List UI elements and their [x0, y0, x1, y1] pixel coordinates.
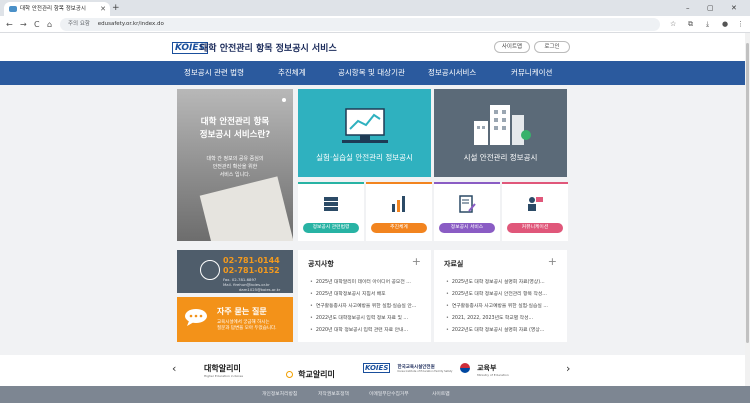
browser-tab[interactable]: 대학 안전관리 항목 정보공시 ✕ [4, 2, 110, 16]
browser-toolbar: ← → C ⌂ 주의 요함 edusafety.or.kr/index.do ☆… [0, 16, 750, 33]
sitemap-button[interactable]: 사이트맵 [494, 41, 530, 53]
hero-banner[interactable]: 대학 안전관리 항목 정보공시 서비스란? 대학 간 정보의 공유 중심의 안전… [177, 89, 293, 241]
main-nav: 정보공시 관련 법령 추진체계 공시항목 및 대상기관 정보공시서비스 커뮤니케… [0, 61, 745, 85]
quick-link-system[interactable]: 추진체계 [366, 182, 432, 241]
close-window-button[interactable]: ✕ [731, 0, 737, 16]
list-item[interactable]: 2025년 대학알리미 데이터 아이디어 공모전 ... [310, 278, 422, 285]
archive-board: 자료실 + 2025년도 대학 정보공시 설명회 자료(영상)... 2025년… [434, 250, 567, 342]
url-text: edusafety.or.kr/index.do [97, 21, 164, 27]
quick-link-service-label: 정보공시 서비스 [439, 223, 495, 233]
new-tab-button[interactable]: + [112, 2, 120, 14]
list-item[interactable]: 2025년도 대학 정보공시 안전관리 항목 작성... [446, 290, 558, 297]
quick-link-system-label: 추진체계 [371, 223, 427, 233]
notice-more-icon[interactable]: + [412, 255, 421, 268]
contact-mail-2[interactable]: dam1025@koies.or.kr [239, 287, 280, 292]
downloads-icon[interactable]: ⤓ [706, 16, 709, 33]
quick-link-laws[interactable]: 정보공시 관련법령 [298, 182, 364, 241]
quick-link-communication-label: 커뮤니케이션 [507, 223, 563, 233]
notice-title[interactable]: 공지사항 [308, 259, 334, 269]
taegeuk-icon [460, 363, 470, 373]
partner-banner: ‹ 대학알리미 Higher Education in Korea 학교알리미 … [0, 355, 745, 386]
list-item[interactable]: 연구활동종사자 사고예방을 위한 실험·실습실 안... [310, 302, 422, 309]
footer-link-privacy[interactable]: 개인정보처리방침 [262, 386, 297, 403]
tab-close-icon[interactable]: ✕ [100, 2, 106, 16]
building-icon [474, 105, 531, 145]
contact-box: 02-781-0144 02-781-0152 Fax. 02-781-6897… [177, 250, 293, 293]
maximize-button[interactable]: ▢ [707, 0, 714, 16]
reload-button[interactable]: C [34, 16, 40, 33]
bar-chart-icon [392, 196, 405, 212]
quick-link-service[interactable]: 정보공시 서비스 [434, 182, 500, 241]
list-item[interactable]: 2021, 2022, 2023년도 학교별 작성... [446, 314, 558, 321]
moe-logo[interactable]: 교육부 Ministry of Education [460, 363, 509, 382]
faq-title: 자주 묻는 질문 [217, 307, 267, 316]
archive-more-icon[interactable]: + [548, 255, 557, 268]
hero-title: 대학 안전관리 항목 정보공시 서비스란? [199, 117, 271, 140]
document-pen-icon [459, 195, 476, 213]
main-content: 대학 안전관리 항목 정보공시 서비스란? 대학 간 정보의 공유 중심의 안전… [0, 85, 745, 355]
profile-icon[interactable]: ● [722, 16, 728, 33]
partner-prev-button[interactable]: ‹ [172, 362, 176, 375]
nav-item-service[interactable]: 정보공시서비스 [428, 61, 476, 85]
list-item[interactable]: 2025년도 대학 정보공시 설명회 자료(영상)... [446, 278, 558, 285]
scrollbar-thumb[interactable] [746, 43, 749, 343]
daehak-alimi-logo[interactable]: 대학알리미 Higher Education in Korea [204, 363, 243, 378]
nav-item-laws[interactable]: 정보공시 관련 법령 [184, 61, 244, 85]
notice-board: 공지사항 + 2025년 대학알리미 데이터 아이디어 공모전 ... 2025… [298, 250, 431, 342]
home-button[interactable]: ⌂ [47, 16, 52, 33]
quick-link-communication[interactable]: 커뮤니케이션 [502, 182, 568, 241]
list-item[interactable]: 2020년 대학 정보공시 입력 관련 자료 안내... [310, 326, 422, 333]
facility-safety-label: 시설 안전관리 정보공시 [463, 153, 538, 162]
facility-safety-card[interactable]: 시설 안전관리 정보공시 [434, 89, 567, 177]
hero-indicator-dot[interactable] [282, 98, 286, 102]
faq-box[interactable]: 자주 묻는 질문 교육시설에서 궁금해 하시는 질문과 답변을 모아 두었습니다… [177, 297, 293, 342]
extensions-icon[interactable]: ⧉ [688, 16, 693, 33]
contact-tel-2: 02-781-0152 [223, 266, 280, 275]
footer-bar: 개인정보처리방침 저작권보호정책 이메일무단수집거부 사이트맵 [0, 386, 750, 403]
chat-bubble-icon [185, 309, 207, 326]
document-stack-icon [324, 197, 338, 211]
lab-safety-label: 실험·실습실 안전관리 정보공시 [316, 153, 413, 162]
nav-item-system[interactable]: 추진체계 [278, 61, 306, 85]
bookmark-star-icon[interactable]: ☆ [670, 16, 676, 33]
site-title[interactable]: 대학 안전관리 항목 정보공시 서비스 [200, 41, 337, 54]
browser-tabbar: 대학 안전관리 항목 정보공시 ✕ + – ▢ ✕ [0, 0, 750, 16]
footer-link-email-policy[interactable]: 이메일무단수집거부 [369, 386, 409, 403]
tab-title: 대학 안전관리 항목 정보공시 [20, 6, 86, 12]
hero-subtitle: 대학 간 정보의 공유 중심의 안전관리 확산을 위한 서비스 입니다. [206, 156, 264, 178]
menu-icon[interactable]: ⋮ [737, 16, 744, 33]
list-item[interactable]: 연구활동종사자 사고예방을 위한 실험·실습실 ... [446, 302, 558, 309]
user-chat-icon [528, 197, 543, 211]
list-item[interactable]: 2025년 대학정보공시 지침서 배포 [310, 290, 422, 297]
lab-monitor-icon [342, 108, 388, 143]
footer-link-copyright[interactable]: 저작권보호정책 [318, 386, 349, 403]
list-item[interactable]: 2022년도 대학 정보공시 설명회 자료 (영상... [446, 326, 558, 333]
favicon-icon [9, 6, 17, 12]
hakgyo-alimi-icon [286, 371, 293, 378]
minimize-button[interactable]: – [686, 0, 690, 16]
nav-item-communication[interactable]: 커뮤니케이션 [511, 61, 552, 85]
phone-icon [200, 260, 220, 280]
lab-safety-card[interactable]: 실험·실습실 안전관리 정보공시 [298, 89, 431, 177]
login-button[interactable]: 로그인 [534, 41, 570, 53]
nav-item-items[interactable]: 공시항목 및 대상기관 [338, 61, 405, 85]
faq-desc-2: 질문과 답변을 모아 두었습니다. [217, 326, 277, 331]
site-info-badge[interactable]: 주의 요함 [68, 21, 90, 27]
hakgyo-alimi-logo[interactable]: 학교알리미 [286, 364, 335, 383]
archive-title[interactable]: 자료실 [444, 259, 463, 269]
forward-button[interactable]: → [20, 16, 27, 33]
partner-next-button[interactable]: › [566, 362, 570, 375]
footer-link-sitemap[interactable]: 사이트맵 [432, 386, 450, 403]
site-header: KOIES 대학 안전관리 항목 정보공시 서비스 사이트맵 로그인 [0, 33, 745, 61]
list-item[interactable]: 2022년도 대학정보공시 입력 정보 자료 및 ... [310, 314, 422, 321]
page-scrollbar[interactable] [745, 33, 750, 386]
quick-link-laws-label: 정보공시 관련법령 [303, 223, 359, 233]
contact-tel-1: 02-781-0144 [223, 256, 280, 265]
koies-partner-logo[interactable]: KOIES 한국교육시설안전원 Korea Institute of Educa… [363, 363, 452, 383]
back-button[interactable]: ← [6, 16, 13, 33]
address-bar[interactable]: 주의 요함 edusafety.or.kr/index.do [60, 18, 660, 31]
